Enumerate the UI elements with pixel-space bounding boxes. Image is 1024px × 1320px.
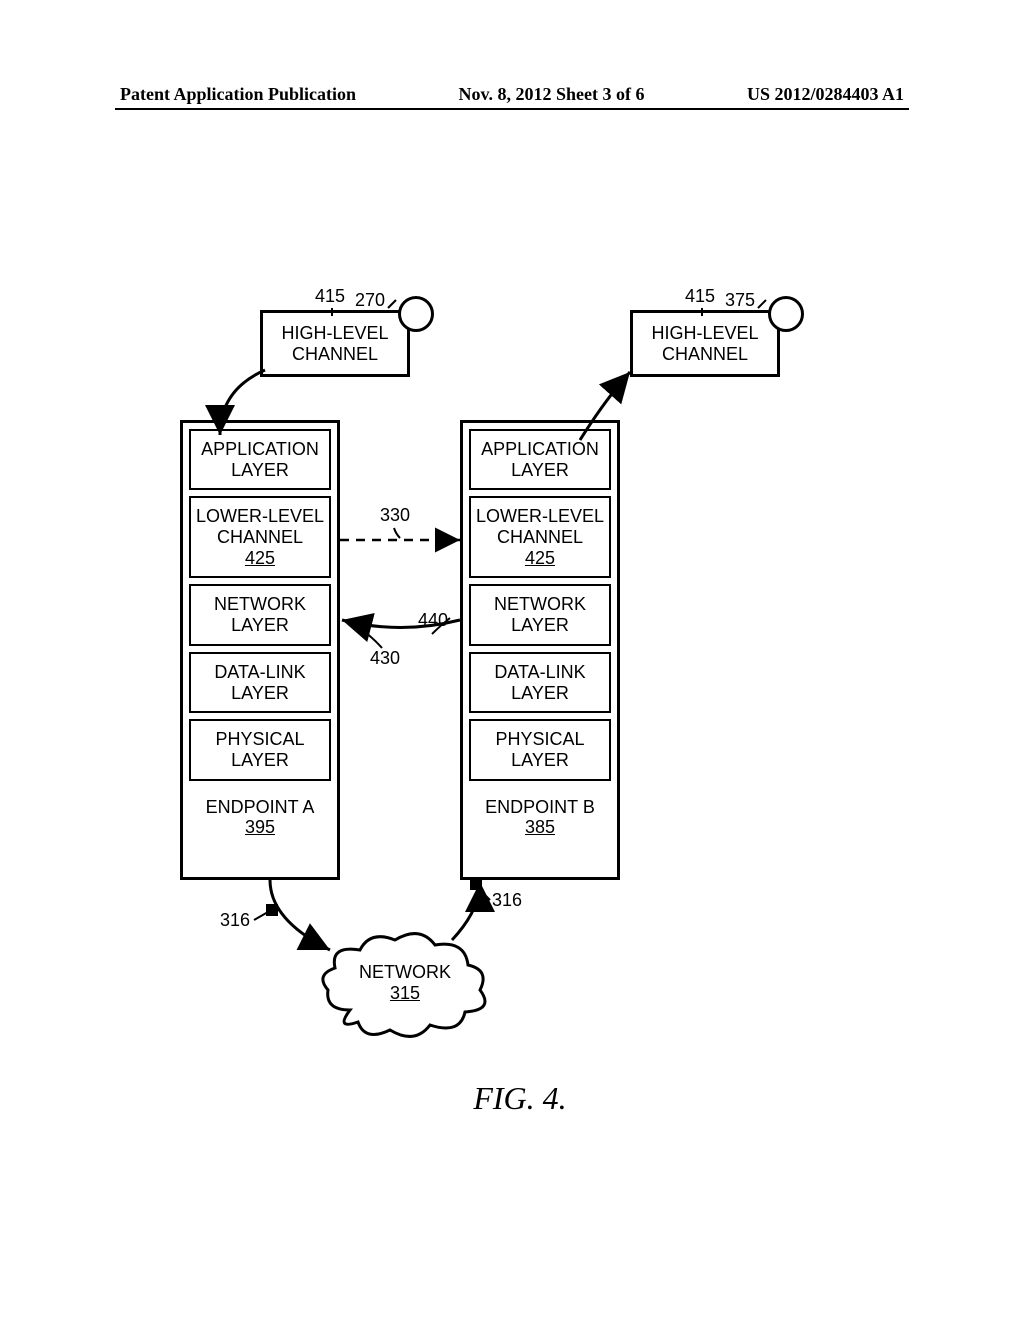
page-header: Patent Application Publication Nov. 8, 2… — [0, 84, 1024, 105]
label-375: 375 — [725, 290, 755, 311]
label-415-b: 415 — [685, 286, 715, 307]
balloon-270-icon — [398, 296, 434, 332]
data-link-layer-a: DATA-LINKLAYER — [189, 652, 331, 713]
label-440: 440 — [418, 610, 448, 631]
network-cloud-label: NETWORK 315 — [320, 962, 490, 1003]
hlc-a-label: HIGH-LEVELCHANNEL — [281, 323, 388, 364]
network-layer-b: NETWORKLAYER — [469, 584, 611, 645]
network-layer-a: NETWORKLAYER — [189, 584, 331, 645]
high-level-channel-box-b: HIGH-LEVELCHANNEL — [630, 310, 780, 377]
header-left: Patent Application Publication — [120, 84, 356, 105]
label-415-a: 415 — [315, 286, 345, 307]
lower-level-channel-a: LOWER-LEVELCHANNEL 425 — [189, 496, 331, 578]
label-430: 430 — [370, 648, 400, 669]
endpoint-a-stack: APPLICATIONLAYER LOWER-LEVELCHANNEL 425 … — [180, 420, 340, 880]
endpoint-b-stack: APPLICATIONLAYER LOWER-LEVELCHANNEL 425 … — [460, 420, 620, 880]
header-right: US 2012/0284403 A1 — [747, 84, 904, 105]
figure-4-diagram: HIGH-LEVELCHANNEL HIGH-LEVELCHANNEL APPL… — [170, 290, 870, 1090]
header-center: Nov. 8, 2012 Sheet 3 of 6 — [459, 84, 645, 105]
hlc-b-label: HIGH-LEVELCHANNEL — [651, 323, 758, 364]
lower-level-channel-b: LOWER-LEVELCHANNEL 425 — [469, 496, 611, 578]
endpoint-a-label: ENDPOINT A 395 — [183, 787, 337, 844]
connector-square-316-b — [470, 878, 482, 890]
figure-caption: FIG. 4. — [170, 1080, 870, 1117]
data-link-layer-b: DATA-LINKLAYER — [469, 652, 611, 713]
connector-square-316-a — [266, 904, 278, 916]
balloon-375-icon — [768, 296, 804, 332]
application-layer-a: APPLICATIONLAYER — [189, 429, 331, 490]
high-level-channel-box-a: HIGH-LEVELCHANNEL — [260, 310, 410, 377]
label-316-b: 316 — [492, 890, 522, 911]
label-330: 330 — [380, 505, 410, 526]
physical-layer-a: PHYSICALLAYER — [189, 719, 331, 780]
label-270: 270 — [355, 290, 385, 311]
header-rule — [115, 108, 909, 110]
application-layer-b: APPLICATIONLAYER — [469, 429, 611, 490]
physical-layer-b: PHYSICALLAYER — [469, 719, 611, 780]
label-316-a: 316 — [220, 910, 250, 931]
endpoint-b-label: ENDPOINT B 385 — [463, 787, 617, 844]
